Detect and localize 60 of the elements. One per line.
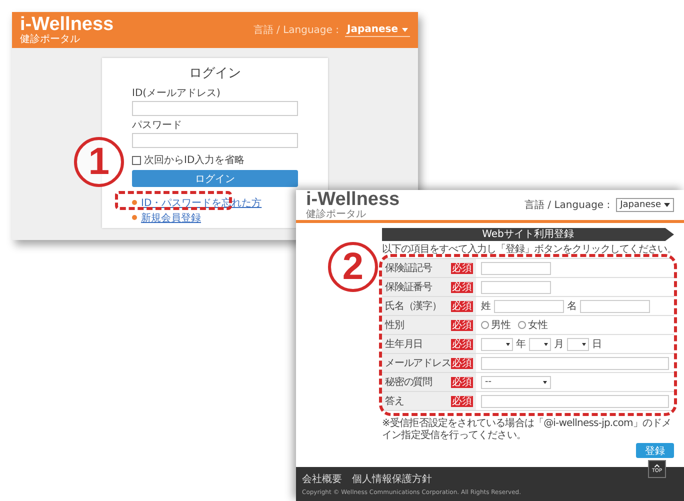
required-badge: 必須 [451, 396, 473, 406]
date-unit-label: 月 [554, 338, 564, 351]
field-label: 答え [385, 395, 404, 408]
logo-text: i-Wellness [306, 190, 400, 209]
required-badge: 必須 [451, 320, 473, 330]
radio-label: 女性 [528, 318, 548, 332]
input-field[interactable] [580, 300, 650, 312]
required-badge: 必須 [451, 282, 473, 292]
field-label: パスワード [132, 120, 182, 132]
date-select[interactable] [529, 338, 551, 350]
radio-label: 男性 [491, 318, 511, 332]
input-field[interactable] [132, 133, 298, 148]
input-field[interactable] [481, 356, 669, 370]
field-label: 保険証記号 [385, 262, 432, 275]
footer-link[interactable]: 個人情報保護方針 [352, 474, 432, 486]
logo-subtitle: 健診ポータル [306, 210, 367, 220]
field-label: 秘密の質問 [385, 376, 432, 389]
link[interactable]: 新規会員登録 [141, 210, 201, 224]
language-select[interactable]: Japanese [616, 198, 674, 212]
caret-icon [402, 28, 408, 32]
required-badge: 必須 [451, 300, 473, 312]
bullet-icon [132, 200, 137, 205]
input-field[interactable] [481, 280, 551, 294]
input-field[interactable] [481, 262, 551, 274]
link[interactable]: ID・パスワードを忘れた方 [141, 196, 262, 210]
date-unit-label: 年 [516, 338, 526, 351]
chevron-up-icon [654, 464, 660, 468]
date-unit-label: 日 [592, 338, 602, 351]
checkbox-label: 次回からID入力を省略 [144, 154, 245, 167]
instruction-text: 以下の項目をすべて入力し「登録」ボタンをクリックしてください。 [382, 244, 674, 256]
section-banner: Webサイト利用登録 [382, 228, 674, 241]
logo-text: i-Wellness [20, 15, 114, 34]
required-badge: 必須 [451, 338, 473, 350]
name-part-label: 姓 [481, 300, 491, 313]
field-label: 性別 [385, 318, 404, 332]
language-label: 言語 / Language : [524, 198, 610, 212]
footer-link[interactable]: 会社概要 [302, 474, 342, 486]
note-text: ※受信拒否設定をされている場合は「@i-wellness-jp.com」のドメイン指定受信を行ってください。 [382, 418, 672, 442]
field-label: 保険証番号 [385, 280, 432, 294]
question-select[interactable]: -- [481, 376, 551, 388]
language-label: 言語 / Language : [253, 24, 339, 37]
input-field[interactable] [132, 101, 298, 116]
field-label: メールアドレス [385, 357, 451, 370]
caret-icon [664, 203, 670, 207]
field-label: 氏名（漢字） [385, 300, 442, 313]
radio-button[interactable] [518, 321, 526, 329]
bullet-icon [132, 215, 137, 220]
required-badge: 必須 [451, 376, 473, 388]
radio-button[interactable] [481, 321, 489, 329]
field-label: 生年月日 [385, 338, 423, 351]
required-badge: 必須 [451, 358, 473, 368]
input-field[interactable] [494, 300, 564, 312]
required-badge: 必須 [451, 262, 473, 274]
checkbox[interactable] [132, 156, 141, 164]
logo-subtitle: 健診ポータル [20, 35, 81, 45]
login-title: ログイン [189, 65, 241, 82]
input-field[interactable] [481, 394, 669, 408]
field-label: ID(メールアドレス) [132, 88, 220, 100]
name-part-label: 名 [567, 300, 577, 313]
date-select[interactable] [567, 338, 589, 350]
